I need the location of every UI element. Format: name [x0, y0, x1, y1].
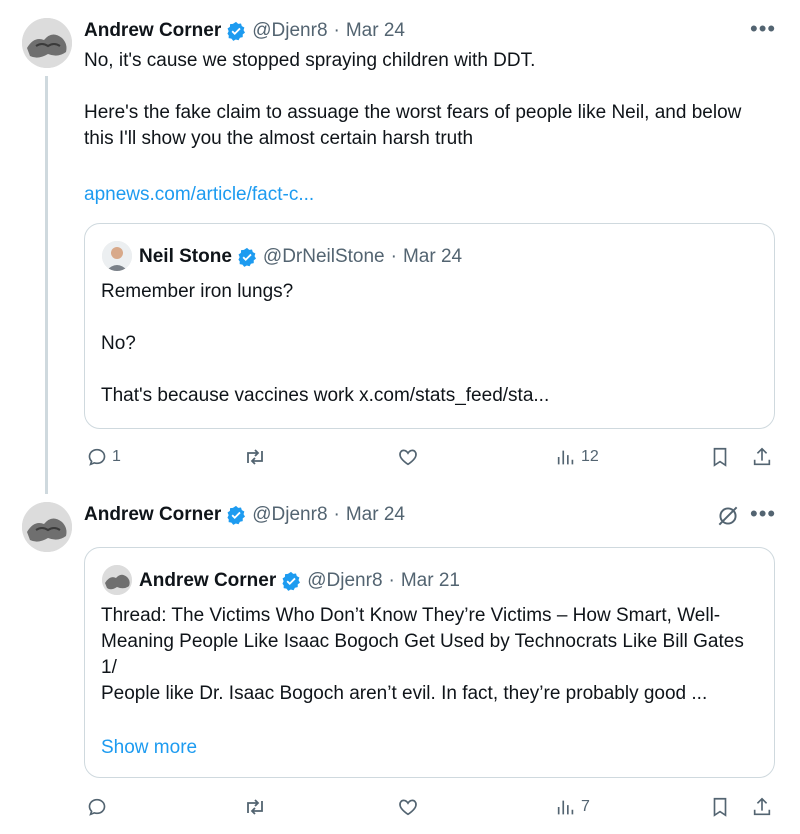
tweet-header: Andrew Corner @Djenr8 · Mar 24	[84, 503, 405, 527]
quoted-text: Remember iron lungs? No? That's because …	[101, 281, 550, 406]
quoted-author-handle[interactable]: @Djenr8	[307, 569, 382, 593]
grok-button[interactable]	[715, 503, 741, 534]
quoted-author-handle[interactable]: @DrNeilStone	[263, 245, 385, 269]
verified-badge-icon	[227, 21, 246, 41]
views-count: 7	[581, 798, 590, 815]
heart-icon	[399, 799, 417, 816]
like-button[interactable]	[397, 796, 419, 818]
views-button[interactable]: 7	[555, 796, 590, 818]
reply-button[interactable]: 1	[86, 446, 121, 468]
thread-line	[45, 76, 48, 494]
bookmark-button[interactable]	[709, 446, 731, 468]
more-options-button[interactable]: •••	[750, 18, 776, 40]
quoted-text: Thread: The Victims Who Don’t Know They’…	[101, 605, 744, 704]
quoted-author-name[interactable]: Andrew Corner	[139, 569, 276, 593]
views-button[interactable]: 12	[555, 446, 599, 468]
share-button[interactable]	[751, 796, 773, 818]
quoted-tweet[interactable]: Andrew Corner @Djenr8 · Mar 21 Thread: T…	[84, 547, 775, 778]
quoted-author-name[interactable]: Neil Stone	[139, 245, 232, 269]
reply-icon	[88, 448, 106, 466]
author-handle[interactable]: @Djenr8	[252, 19, 327, 43]
verified-badge-icon	[227, 505, 246, 525]
separator-dot: ·	[333, 504, 340, 525]
bookmark-icon	[713, 797, 727, 817]
quoted-header: Neil Stone @DrNeilStone · Mar 24	[139, 245, 462, 269]
quoted-author-avatar	[102, 565, 132, 595]
reply-button[interactable]	[86, 796, 108, 818]
separator-dot: ·	[388, 570, 395, 591]
author-avatar[interactable]	[22, 502, 72, 552]
quoted-header: Andrew Corner @Djenr8 · Mar 21	[139, 569, 460, 593]
views-icon	[557, 800, 574, 815]
verified-badge-icon	[282, 571, 301, 591]
quoted-date[interactable]: Mar 21	[401, 569, 460, 593]
quoted-author-avatar	[102, 241, 132, 271]
repost-icon	[247, 799, 263, 815]
tweet-text: No, it's cause we stopped spraying child…	[84, 50, 742, 149]
author-name[interactable]: Andrew Corner	[84, 503, 221, 527]
like-button[interactable]	[397, 446, 419, 468]
share-button[interactable]	[751, 446, 773, 468]
grok-slash-icon	[718, 506, 738, 526]
verified-badge-icon	[238, 247, 256, 267]
repost-button[interactable]	[243, 446, 267, 468]
separator-dot: ·	[333, 20, 340, 41]
repost-button[interactable]	[243, 796, 267, 818]
tweet-header: Andrew Corner @Djenr8 · Mar 24	[84, 19, 405, 43]
tweet-date[interactable]: Mar 24	[346, 503, 405, 527]
show-more-link[interactable]: Show more	[101, 735, 197, 761]
bookmark-button[interactable]	[709, 796, 731, 818]
views-icon	[557, 450, 574, 465]
tweet-date[interactable]: Mar 24	[346, 19, 405, 43]
separator-dot: ·	[390, 246, 397, 267]
author-name[interactable]: Andrew Corner	[84, 19, 221, 43]
author-avatar[interactable]	[22, 18, 72, 68]
more-options-button[interactable]: •••	[750, 503, 776, 525]
quoted-date[interactable]: Mar 24	[403, 245, 462, 269]
share-icon	[753, 797, 771, 816]
article-link[interactable]: apnews.com/article/fact-c...	[84, 182, 314, 208]
repost-icon	[247, 449, 263, 465]
views-count: 12	[581, 448, 599, 465]
reply-count: 1	[112, 448, 121, 465]
author-handle[interactable]: @Djenr8	[252, 503, 327, 527]
share-icon	[753, 447, 771, 466]
reply-icon	[88, 798, 106, 816]
heart-icon	[399, 449, 417, 466]
bookmark-icon	[713, 447, 727, 467]
quoted-tweet[interactable]: Neil Stone @DrNeilStone · Mar 24 Remembe…	[84, 223, 775, 429]
